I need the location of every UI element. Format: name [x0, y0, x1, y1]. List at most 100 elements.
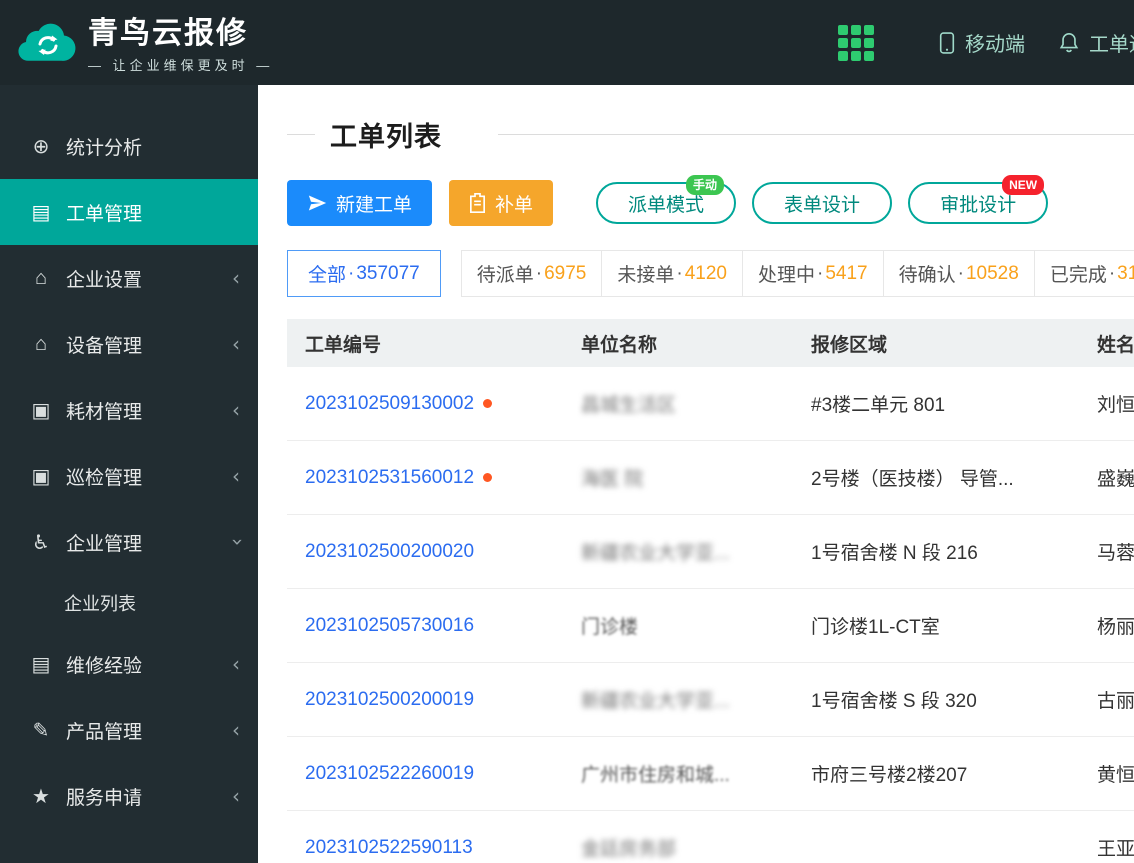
page-title: 工单列表 [330, 122, 442, 152]
sidebar-item-service-request[interactable]: ★ 服务申请 ‹ [0, 763, 258, 829]
sidebar-item-enterprise-list[interactable]: 企业列表 [0, 575, 258, 631]
approval-design-label: 审批设计 [940, 194, 1017, 216]
filter-label: 未接单 [617, 265, 675, 286]
box-icon: ▣ [31, 465, 51, 488]
filter-tab[interactable]: 待确认 · 10528 [882, 251, 1034, 296]
table-row[interactable]: 2023102522590113 金廷房务部 王亚利 [287, 810, 1134, 863]
filter-tab[interactable]: 已完成·313603 [1033, 251, 1134, 296]
reporter-name: 王亚利 [1079, 810, 1134, 863]
app-tagline: — 让企业维保更及时 — [88, 58, 274, 73]
approval-design-button[interactable]: 审批设计 NEW [908, 175, 1049, 224]
filter-separator: · [676, 262, 683, 284]
reporter-name: 刘恒斌 [1079, 367, 1134, 441]
mobile-label: 移动端 [965, 34, 1025, 56]
notice-nav[interactable]: 工单通知 [1058, 28, 1134, 57]
reporter-name: 古丽娜孜 [1079, 662, 1134, 737]
top-header: 青鸟云报修 — 让企业维保更及时 — 移动端 工单 [0, 0, 1134, 85]
unread-dot-icon [483, 472, 493, 482]
supplement-order-label: 补单 [495, 194, 534, 216]
sidebar-item-repair-experience[interactable]: ▤ 维修经验 ‹ [0, 631, 258, 697]
sidebar-item-label: 维修经验 [66, 655, 143, 677]
action-toolbar: 新建工单 补单 派单模式 手动 表单设计 审批设计 NEW [287, 175, 1134, 226]
main-content: 工单列表 新建工单 补单 派单模式 手动 表单设计 审批设计 NEW 全部 · … [258, 85, 1134, 863]
repair-area: 1号宿舍楼 N 段 216 [793, 514, 1079, 589]
sidebar-item-inspection[interactable]: ▣ 巡检管理 ‹ [0, 443, 258, 509]
table-row[interactable]: 2023102500200020 新疆农业大学亚... 1号宿舍楼 N 段 21… [287, 514, 1134, 589]
sidebar-item-enterprise-settings[interactable]: ⌂ 企业设置 ‹ [0, 245, 258, 311]
filter-tab[interactable]: 处理中 · 5417 [742, 251, 883, 296]
table-row[interactable]: 2023102522260019 广州市住房和城... 市府三号楼2楼207 黄… [287, 736, 1134, 811]
apps-grid-icon[interactable] [838, 25, 874, 61]
workorder-id-link[interactable]: 2023102522590113 [305, 837, 473, 858]
new-workorder-label: 新建工单 [336, 194, 413, 216]
list-icon: ▤ [31, 653, 51, 676]
filter-group: 待派单 · 6975 未接单 · 4120 处理中 · 5417 待确认 · 10528 已完成… [460, 250, 1134, 297]
sidebar-item-enterprise-mgmt[interactable]: ♿ 企业管理 ‹ [0, 509, 258, 575]
unit-name: 新疆农业大学亚... [581, 543, 730, 564]
filter-label: 处理中 [758, 265, 816, 286]
workorder-id-link[interactable]: 2023102500200020 [305, 541, 474, 562]
chevron-icon: ‹ [224, 538, 248, 546]
workorder-id-link[interactable]: 2023102509130002 [305, 393, 474, 414]
workorder-table: 工单编号 单位名称 报修区域 姓名 2023102509130002 昌城生活区 #3… [287, 319, 1134, 863]
sidebar-item-label: 工单管理 [66, 203, 143, 225]
column-header-3: 报修区域 [793, 319, 1079, 367]
filter-count: 313603 [1117, 262, 1134, 284]
table-row[interactable]: 2023102531560012 海医 院 2号楼（医技楼） 导管... 盛巍巍 [287, 440, 1134, 515]
workorder-id-link[interactable]: 2023102500200019 [305, 689, 474, 710]
title-divider-right [498, 134, 1134, 135]
form-design-button[interactable]: 表单设计 [752, 182, 893, 224]
sidebar: ⊕ 统计分析 ▤ 工单管理 ⌂ 企业设置 ‹ ⌂ 设备管理 ‹ ▣ 耗材管理 ‹… [0, 85, 258, 863]
app-title: 青鸟云报修 [88, 17, 248, 50]
new-workorder-button[interactable]: 新建工单 [287, 180, 433, 226]
page-title-row: 工单列表 [287, 115, 1134, 154]
sidebar-item-consumables[interactable]: ▣ 耗材管理 ‹ [0, 377, 258, 443]
manual-badge: 手动 [686, 175, 725, 195]
sidebar-item-workorders[interactable]: ▤ 工单管理 [0, 179, 258, 245]
unit-name: 金廷房务部 [581, 839, 677, 860]
unit-name: 广州市住房和城... [581, 765, 730, 786]
filter-separator: · [348, 262, 355, 284]
phone-icon [938, 30, 956, 56]
sidebar-item-label: 企业管理 [66, 533, 143, 555]
supplement-order-button[interactable]: 补单 [449, 180, 554, 226]
unread-dot-icon [483, 398, 493, 408]
filter-tab-all[interactable]: 全部 · 357077 [287, 250, 441, 297]
filter-count: 5417 [825, 262, 868, 284]
filter-count: 357077 [356, 262, 420, 284]
mobile-nav[interactable]: 移动端 [938, 28, 1025, 57]
sidebar-item-label: 统计分析 [66, 137, 143, 159]
filter-tab[interactable]: 待派单 · 6975 [462, 251, 602, 296]
dispatch-mode-button[interactable]: 派单模式 手动 [596, 175, 737, 224]
workorder-id-link[interactable]: 2023102531560012 [305, 467, 474, 488]
table-row[interactable]: 2023102505730016 门诊楼 门诊楼1L-CT室 杨丽娜 [287, 588, 1134, 663]
status-filter-bar: 全部 · 357077 待派单 · 6975 未接单 · 4120 处理中 · 5417 待确认… [287, 250, 1134, 297]
unit-name: 昌城生活区 [581, 395, 677, 416]
box-icon: ▣ [31, 399, 51, 422]
clipboard-icon [469, 193, 486, 213]
logo[interactable]: 青鸟云报修 — 让企业维保更及时 — [16, 8, 273, 74]
repair-area: 2号楼（医技楼） 导管... [793, 440, 1079, 515]
sidebar-item-equipment[interactable]: ⌂ 设备管理 ‹ [0, 311, 258, 377]
sidebar-item-label: 耗材管理 [66, 401, 143, 423]
chevron-icon: ‹ [232, 718, 240, 742]
table-row[interactable]: 2023102509130002 昌城生活区 #3楼二单元 801 刘恒斌 [287, 367, 1134, 441]
star-icon: ★ [32, 785, 50, 808]
workorder-id-link[interactable]: 2023102505730016 [305, 615, 474, 636]
sidebar-item-product[interactable]: ✎ 产品管理 ‹ [0, 697, 258, 763]
filter-label: 待派单 [476, 265, 534, 286]
chevron-icon: ‹ [232, 266, 240, 290]
unit-name: 门诊楼 [581, 617, 639, 638]
column-header-4: 姓名 [1079, 319, 1134, 367]
table-row[interactable]: 2023102500200019 新疆农业大学亚... 1号宿舍楼 S 段 32… [287, 662, 1134, 737]
sidebar-item-stats[interactable]: ⊕ 统计分析 [0, 113, 258, 179]
chevron-icon: ‹ [232, 652, 240, 676]
chevron-icon: ‹ [232, 784, 240, 808]
filter-separator: · [1108, 262, 1116, 284]
notice-label: 工单通知 [1089, 34, 1134, 56]
repair-area: 市府三号楼2楼207 [793, 736, 1079, 811]
filter-tab[interactable]: 未接单 · 4120 [601, 251, 742, 296]
workorder-id-link[interactable]: 2023102522260019 [305, 763, 474, 784]
title-divider-left [287, 134, 315, 135]
filter-count: 4120 [684, 262, 727, 284]
